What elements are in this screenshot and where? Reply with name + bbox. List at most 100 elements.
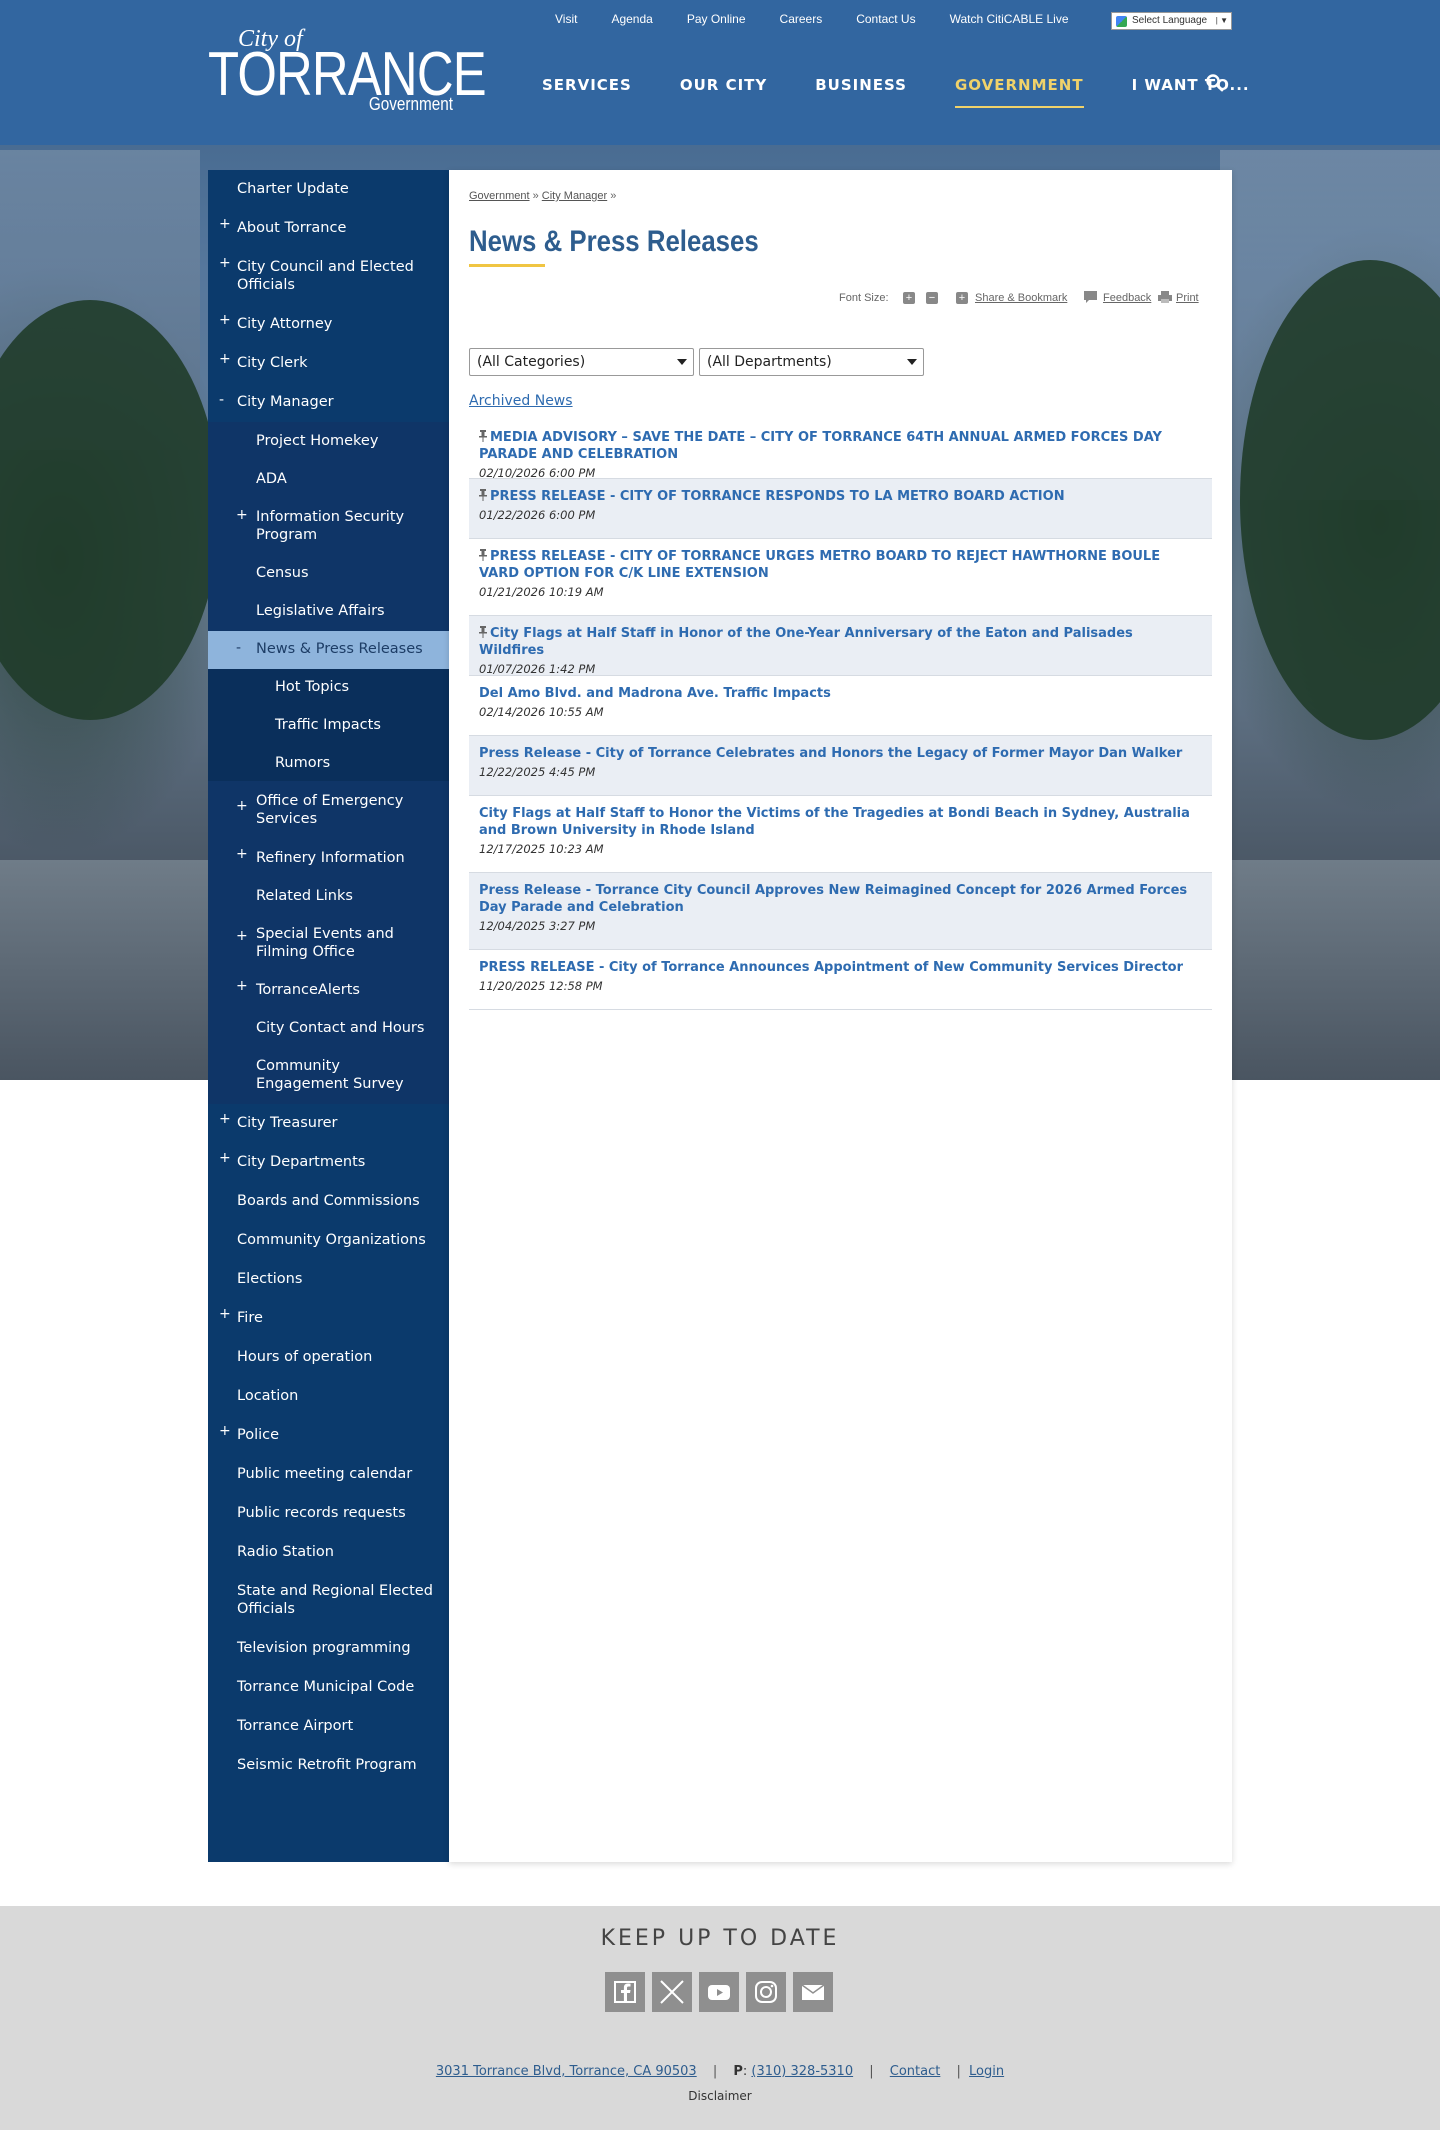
share-icon[interactable]: +	[956, 292, 968, 304]
expand-icon[interactable]: +	[236, 927, 248, 945]
expand-icon[interactable]: +	[219, 350, 231, 368]
instagram-icon[interactable]	[746, 1972, 786, 2012]
news-date: 01/07/2026 1:42 PM	[479, 662, 596, 676]
news-title-link[interactable]: PRESS RELEASE - CITY OF TORRANCE URGES M…	[479, 549, 1160, 581]
nav-services[interactable]: SERVICES	[542, 76, 632, 94]
utility-link-agenda[interactable]: Agenda	[611, 12, 652, 26]
expand-icon[interactable]: +	[219, 254, 231, 272]
site-footer: KEEP UP TO DATE 3031 Torrance Blvd, Torr…	[0, 1906, 1440, 2130]
collapse-icon[interactable]: -	[219, 391, 224, 409]
news-date: 01/21/2026 10:19 AM	[479, 585, 604, 599]
utility-link-visit[interactable]: Visit	[555, 12, 577, 26]
address-link[interactable]: 3031 Torrance Blvd, Torrance, CA 90503	[436, 2064, 697, 2079]
google-translate-icon	[1116, 16, 1127, 27]
news-item: PRESS RELEASE - CITY OF TORRANCE RESPOND…	[469, 479, 1212, 539]
main-nav: SERVICES OUR CITY BUSINESS GOVERNMENT I …	[542, 76, 1298, 108]
archived-news-link[interactable]: Archived News	[469, 393, 573, 409]
utility-link-contact-us[interactable]: Contact Us	[856, 12, 915, 26]
breadcrumb-city-manager[interactable]: City Manager	[542, 190, 607, 202]
nav-our-city[interactable]: OUR CITY	[680, 76, 767, 94]
feedback-link[interactable]: Feedback	[1103, 292, 1151, 304]
expand-icon[interactable]: +	[236, 797, 248, 815]
news-title-link[interactable]: City Flags at Half Staff in Honor of the…	[479, 626, 1133, 658]
news-date: 12/04/2025 3:27 PM	[479, 919, 596, 933]
news-item: PRESS RELEASE - CITY OF TORRANCE URGES M…	[469, 539, 1212, 616]
font-size-label: Font Size:	[839, 292, 889, 304]
footer-title: KEEP UP TO DATE	[600, 1926, 840, 1951]
contact-link[interactable]: Contact	[890, 2064, 941, 2079]
expand-icon[interactable]: +	[236, 845, 248, 863]
news-date: 11/20/2025 12:58 PM	[479, 979, 603, 993]
expand-icon[interactable]: +	[219, 215, 231, 233]
footer-contact-line: 3031 Torrance Blvd, Torrance, CA 90503 |…	[435, 2064, 1005, 2079]
nav-i-want-to[interactable]: I WANT TO...	[1132, 76, 1250, 94]
news-title-link[interactable]: MEDIA ADVISORY – SAVE THE DATE – CITY OF…	[479, 430, 1162, 462]
expand-icon[interactable]: +	[236, 506, 248, 524]
utility-link-citicable[interactable]: Watch CitiCABLE Live	[950, 12, 1069, 26]
news-title-link[interactable]: Press Release - Torrance City Council Ap…	[479, 882, 1202, 916]
x-icon[interactable]	[652, 1972, 692, 2012]
facebook-icon[interactable]	[605, 1972, 645, 2012]
collapse-icon[interactable]: -	[236, 639, 241, 657]
disclaimer-link[interactable]: Disclaimer	[0, 2089, 1440, 2103]
news-item: City Flags at Half Staff to Honor the Vi…	[469, 796, 1212, 873]
font-increase-icon[interactable]: +	[903, 292, 915, 304]
news-title-link[interactable]: PRESS RELEASE - City of Torrance Announc…	[479, 959, 1202, 976]
main-content: Government » City Manager » News & Press…	[449, 170, 1232, 1862]
print-link[interactable]: Print	[1176, 292, 1199, 304]
news-item: City Flags at Half Staff in Honor of the…	[469, 616, 1212, 676]
news-item: Del Amo Blvd. and Madrona Ave. Traffic I…	[469, 676, 1212, 736]
expand-icon[interactable]: +	[219, 1149, 231, 1167]
utility-nav: Visit Agenda Pay Online Careers Contact …	[555, 12, 1103, 26]
feedback-icon[interactable]	[1083, 290, 1098, 304]
expand-icon[interactable]: +	[219, 1305, 231, 1323]
news-item: MEDIA ADVISORY – SAVE THE DATE – CITY OF…	[469, 420, 1212, 480]
expand-icon[interactable]: +	[219, 311, 231, 329]
utility-link-pay-online[interactable]: Pay Online	[687, 12, 746, 26]
dropdown-arrow-icon: | ▼	[1215, 16, 1228, 25]
font-decrease-icon[interactable]: −	[926, 292, 938, 304]
language-select[interactable]: Select Language | ▼	[1111, 12, 1232, 30]
pin-icon	[479, 489, 487, 501]
breadcrumb-government[interactable]: Government	[469, 190, 530, 202]
news-date: 02/14/2026 10:55 AM	[479, 705, 604, 719]
news-title-link[interactable]: City Flags at Half Staff to Honor the Vi…	[479, 805, 1202, 839]
title-underline	[469, 264, 545, 267]
phone-link[interactable]: (310) 328-5310	[751, 2064, 853, 2079]
news-date: 12/22/2025 4:45 PM	[479, 765, 596, 779]
news-title-link[interactable]: Del Amo Blvd. and Madrona Ave. Traffic I…	[479, 685, 1202, 702]
sidebar-nav: Charter Update + About Torrance + City Cou…	[208, 170, 449, 1862]
news-item: Press Release - Torrance City Council Ap…	[469, 873, 1212, 950]
news-title-link[interactable]: PRESS RELEASE - CITY OF TORRANCE RESPOND…	[490, 489, 1065, 504]
pin-icon	[479, 430, 487, 442]
breadcrumb: Government » City Manager »	[469, 190, 617, 202]
expand-icon[interactable]: +	[219, 1110, 231, 1128]
city-logo[interactable]: City of TORRANCE Government	[208, 26, 487, 116]
search-icon[interactable]	[1205, 73, 1225, 93]
pin-icon	[479, 549, 487, 561]
share-bookmark-link[interactable]: Share & Bookmark	[975, 292, 1067, 304]
pin-icon	[479, 626, 487, 638]
print-icon[interactable]	[1157, 290, 1173, 304]
news-item: Press Release - City of Torrance Celebra…	[469, 736, 1212, 796]
news-date: 01/22/2026 6:00 PM	[479, 508, 596, 522]
login-link[interactable]: Login	[969, 2064, 1004, 2079]
news-date: 12/17/2025 10:23 AM	[479, 842, 604, 856]
nav-government[interactable]: GOVERNMENT	[954, 76, 1084, 108]
category-filter-select[interactable]: (All Categories)	[469, 348, 694, 376]
department-filter-select[interactable]: (All Departments)	[699, 348, 924, 376]
expand-icon[interactable]: +	[236, 977, 248, 995]
site-header: City of TORRANCE Government Visit Agenda…	[0, 0, 1440, 145]
utility-link-careers[interactable]: Careers	[780, 12, 823, 26]
news-item: PRESS RELEASE - City of Torrance Announc…	[469, 950, 1212, 1010]
email-icon[interactable]	[793, 1972, 833, 2012]
expand-icon[interactable]: +	[219, 1422, 231, 1440]
nav-business[interactable]: BUSINESS	[815, 76, 907, 94]
youtube-icon[interactable]	[699, 1972, 739, 2012]
news-title-link[interactable]: Press Release - City of Torrance Celebra…	[479, 745, 1202, 762]
chevron-down-icon	[677, 359, 687, 365]
news-list: MEDIA ADVISORY – SAVE THE DATE – CITY OF…	[469, 420, 1212, 1010]
page-title: News & Press Releases	[469, 225, 759, 258]
chevron-down-icon	[907, 359, 917, 365]
social-links	[605, 1972, 833, 2012]
